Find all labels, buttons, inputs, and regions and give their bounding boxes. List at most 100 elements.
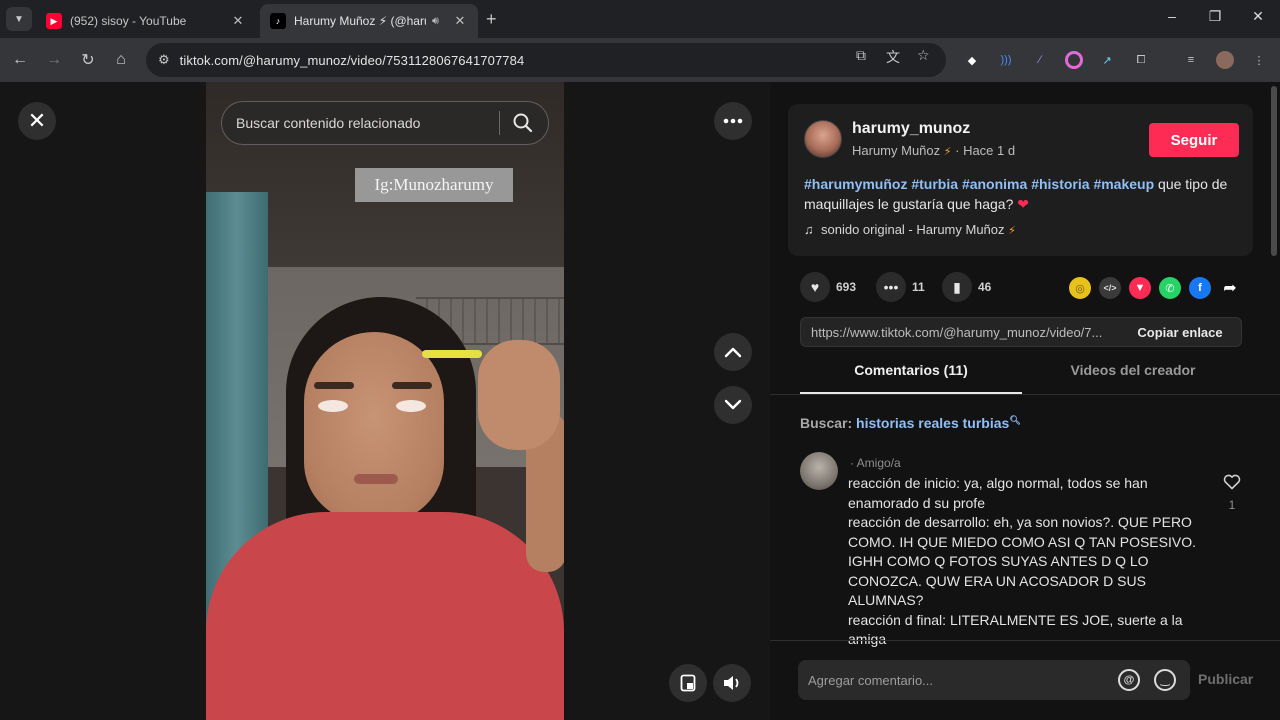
extension-diamond-icon[interactable]: ◆ bbox=[963, 51, 981, 69]
extensions-puzzle-icon[interactable]: ⧠ bbox=[1132, 51, 1150, 69]
hashtag-link[interactable]: #makeup bbox=[1093, 176, 1154, 192]
page-scrollbar[interactable] bbox=[1271, 86, 1277, 256]
tiktok-icon: ♪ bbox=[270, 13, 286, 29]
reading-list-icon[interactable]: ≡ bbox=[1182, 51, 1200, 69]
video-actions: ♥ 693 ••• 11 ▮ 46 ◎ </> ▼ ✆ f ➦ bbox=[800, 272, 1260, 302]
tab-youtube[interactable]: ▶ (952) sisoy - YouTube ✕ bbox=[36, 4, 256, 38]
heart-emoji-icon: ❤ bbox=[1017, 196, 1029, 212]
hashtag-link[interactable]: #turbia bbox=[911, 176, 958, 192]
bookmark-icon: ▮ bbox=[942, 272, 972, 302]
mention-icon[interactable]: @ bbox=[1118, 669, 1140, 691]
back-arrow-icon[interactable]: ← bbox=[8, 48, 32, 72]
compose-divider bbox=[770, 640, 1280, 641]
video-player[interactable]: Ig:Munozharumy bbox=[206, 82, 564, 720]
comment-like-count: 1 bbox=[1228, 498, 1236, 512]
video-link-text[interactable]: https://www.tiktok.com/@harumy_munoz/vid… bbox=[801, 325, 1119, 340]
address-bar[interactable]: ⚙ tiktok.com/@harumy_munoz/video/7531128… bbox=[146, 43, 946, 77]
like-count: 693 bbox=[836, 280, 857, 294]
comment-text: reacción de inicio: ya, algo normal, tod… bbox=[848, 475, 1196, 647]
avatar[interactable] bbox=[804, 120, 842, 158]
browser-tab-bar: ▼ ▶ (952) sisoy - YouTube ✕ ♪ Harumy Muñ… bbox=[0, 0, 1280, 38]
comment-like-heart-icon[interactable] bbox=[1220, 474, 1244, 495]
whatsapp-icon[interactable]: ✆ bbox=[1159, 277, 1181, 299]
speaker-icon[interactable]: 🔊︎ bbox=[432, 15, 439, 28]
video-frame-face bbox=[304, 332, 444, 522]
browser-toolbar: ← → ↻ ⌂ ⚙ tiktok.com/@harumy_munoz/video… bbox=[0, 38, 1280, 82]
close-icon[interactable]: ✕ bbox=[18, 102, 56, 140]
emoji-icon[interactable]: ‿ bbox=[1154, 669, 1176, 691]
send-icon[interactable]: ▼ bbox=[1129, 277, 1151, 299]
music-link[interactable]: ♫ sonido original - Harumy Muñoz ⚡ bbox=[804, 222, 1016, 237]
more-options-icon[interactable] bbox=[714, 102, 752, 140]
lightning-icon: ⚡ bbox=[1008, 225, 1016, 237]
tab-tiktok[interactable]: ♪ Harumy Muñoz ⚡ (@harumy 🔊︎ ✕ bbox=[260, 4, 478, 38]
previous-video-chevron-up-icon[interactable] bbox=[714, 333, 752, 371]
extension-arrow-icon[interactable]: ↗ bbox=[1098, 51, 1116, 69]
video-frame-pencil bbox=[422, 350, 482, 358]
code-icon[interactable]: </> bbox=[1099, 277, 1121, 299]
copy-link-button[interactable]: Copiar enlace bbox=[1119, 325, 1241, 340]
hashtag-link[interactable]: #anonima bbox=[962, 176, 1027, 192]
details-panel: harumy_munoz Harumy Muñoz ⚡ · Hace 1 d S… bbox=[770, 82, 1280, 720]
author-nickname[interactable]: Harumy Muñoz bbox=[852, 143, 940, 158]
tab-title: Harumy Muñoz ⚡ (@harumy bbox=[294, 14, 426, 28]
video-frame-shirt bbox=[206, 512, 564, 720]
video-frame-hand bbox=[478, 340, 560, 450]
comment-author[interactable]: · Amigo/a bbox=[850, 456, 901, 470]
tab-close-icon[interactable]: ✕ bbox=[452, 13, 468, 29]
tab-comments[interactable]: Comentarios (11) bbox=[800, 362, 1022, 378]
save-button[interactable]: ▮ 46 bbox=[942, 272, 991, 302]
hashtag-link[interactable]: #historia bbox=[1031, 176, 1089, 192]
minimize-button[interactable]: – bbox=[1162, 8, 1182, 24]
share-arrow-icon[interactable]: ➦ bbox=[1219, 277, 1241, 299]
comment-bubble-icon: ••• bbox=[876, 272, 906, 302]
tiktok-video-page: ✕ Ig:Munozharumy Buscar contenido relaci… bbox=[0, 82, 1280, 720]
site-settings-icon[interactable]: ⚙ bbox=[158, 52, 170, 68]
avatar[interactable] bbox=[800, 452, 838, 490]
tab-close-icon[interactable]: ✕ bbox=[230, 13, 246, 29]
embed-coin-icon[interactable]: ◎ bbox=[1069, 277, 1091, 299]
install-app-icon[interactable]: ⧉ bbox=[856, 47, 866, 64]
maximize-button[interactable]: ❐ bbox=[1205, 8, 1225, 25]
save-count: 46 bbox=[978, 280, 992, 294]
search-icon[interactable] bbox=[512, 112, 534, 134]
tab-title: (952) sisoy - YouTube bbox=[70, 14, 187, 28]
author-username[interactable]: harumy_munoz bbox=[852, 120, 970, 138]
translate-icon[interactable]: 文 bbox=[886, 47, 900, 67]
close-window-button[interactable]: ✕ bbox=[1248, 8, 1268, 25]
reload-icon[interactable]: ↻ bbox=[76, 48, 100, 72]
hashtag-link[interactable]: #harumymuñoz bbox=[804, 176, 907, 192]
profile-avatar-icon[interactable] bbox=[1216, 51, 1234, 69]
comment-button[interactable]: ••• 11 bbox=[876, 272, 925, 302]
next-video-chevron-down-icon[interactable] bbox=[714, 386, 752, 424]
related-search-input[interactable]: Buscar contenido relacionado bbox=[221, 101, 549, 145]
extension-ring-icon[interactable] bbox=[1065, 51, 1083, 69]
bookmark-star-icon[interactable]: ☆ bbox=[917, 47, 930, 64]
tab-search-chevron-icon[interactable]: ▼ bbox=[6, 7, 32, 31]
publish-button[interactable]: Publicar bbox=[1198, 671, 1253, 687]
comment-count: 11 bbox=[912, 280, 925, 294]
tab-creator-videos[interactable]: Videos del creador bbox=[1022, 362, 1244, 378]
video-frame-eye bbox=[318, 400, 348, 412]
facebook-icon[interactable]: f bbox=[1189, 277, 1211, 299]
comment-placeholder: Agregar comentario... bbox=[808, 672, 934, 688]
browser-menu-icon[interactable]: ⋮ bbox=[1250, 51, 1268, 69]
follow-button[interactable]: Seguir bbox=[1149, 123, 1239, 157]
search-divider bbox=[499, 111, 500, 135]
youtube-icon: ▶ bbox=[46, 13, 62, 29]
forward-arrow-icon[interactable]: → bbox=[42, 48, 66, 72]
video-info-card: harumy_munoz Harumy Muñoz ⚡ · Hace 1 d S… bbox=[788, 104, 1253, 256]
extension-waves-icon[interactable]: ))) bbox=[997, 51, 1015, 69]
floating-player-icon[interactable] bbox=[669, 664, 707, 702]
like-button[interactable]: ♥ 693 bbox=[800, 272, 856, 302]
url-text: tiktok.com/@harumy_munoz/video/753112806… bbox=[179, 52, 525, 68]
home-icon[interactable]: ⌂ bbox=[109, 48, 133, 72]
extension-feather-icon[interactable]: ∕ bbox=[1031, 51, 1049, 69]
tabs-divider bbox=[770, 394, 1280, 395]
video-description: #harumymuñoz #turbia #anonima #historia … bbox=[804, 174, 1234, 214]
author-nickname-line: Harumy Muñoz ⚡ · Hace 1 d bbox=[852, 143, 1015, 158]
related-search-suggestion[interactable]: Buscar: historias reales turbias🔍︎ bbox=[800, 415, 1021, 431]
new-tab-button[interactable]: + bbox=[486, 9, 497, 30]
add-comment-input[interactable]: Agregar comentario... @ ‿ bbox=[798, 660, 1190, 700]
volume-icon[interactable] bbox=[713, 664, 751, 702]
